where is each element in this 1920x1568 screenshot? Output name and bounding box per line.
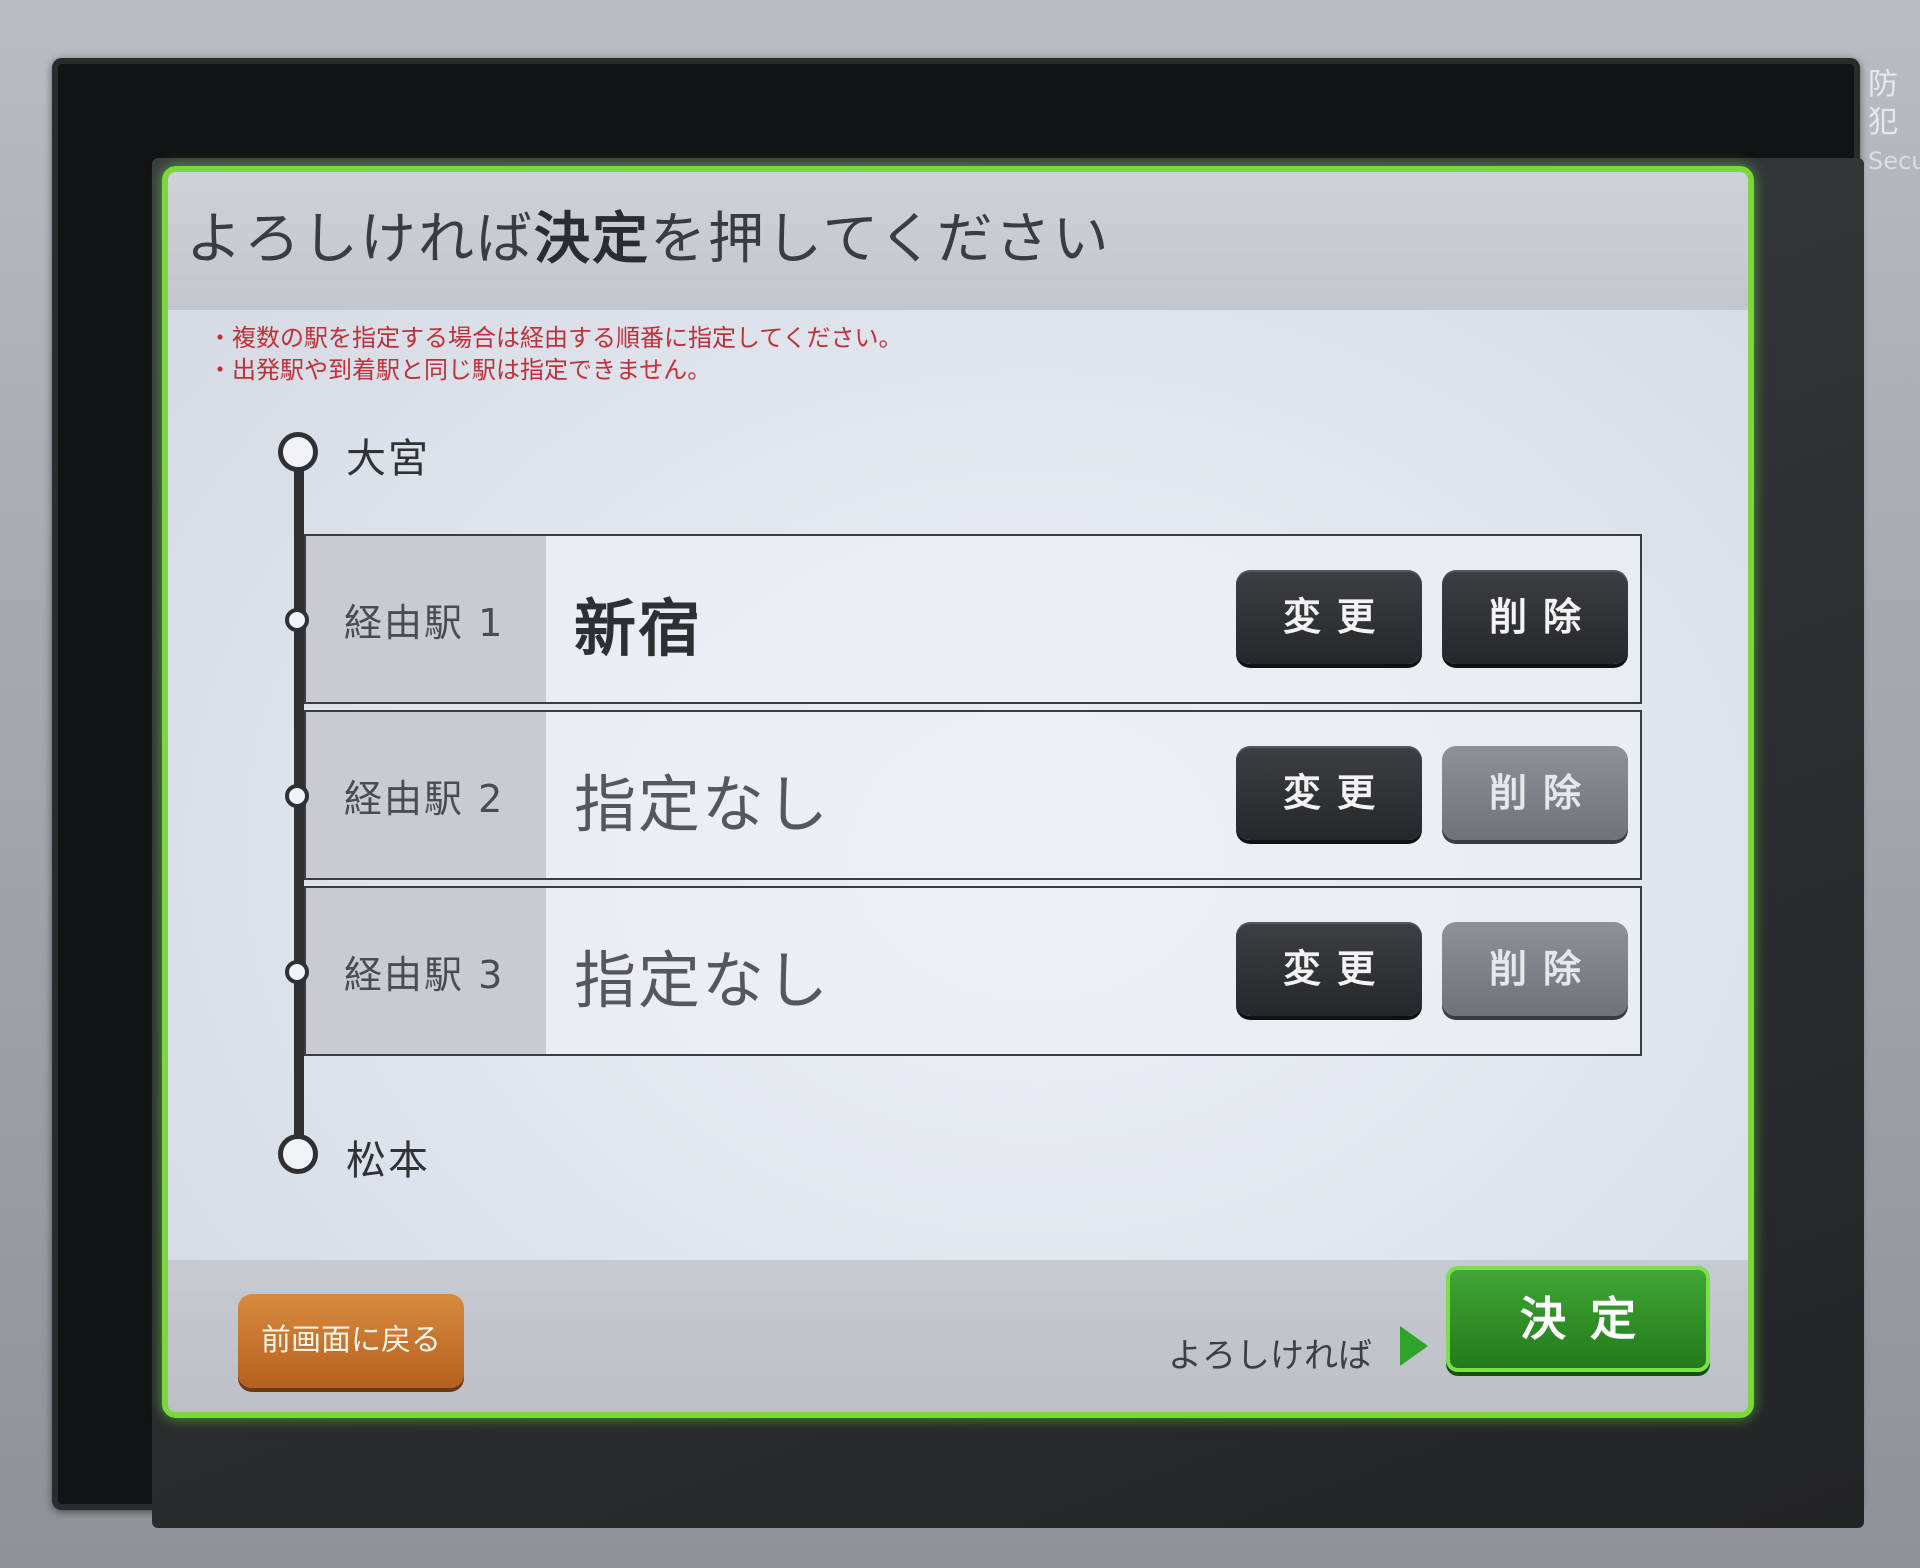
back-button[interactable]: 前画面に戻る	[238, 1294, 464, 1388]
via-label-cell: 経由駅 3	[306, 888, 546, 1054]
security-label-en: Secu	[1868, 147, 1920, 175]
confirm-hint: よろしければ	[1168, 1336, 1372, 1376]
instruction-notes: ・複数の駅を指定する場合は経由する順番に指定してください。 ・出発駅や到着駅と同…	[208, 322, 903, 386]
change-via-1-button[interactable]: 変更	[1236, 570, 1422, 664]
touch-screen: よろしければ決定を押してください ・複数の駅を指定する場合は経由する順番に指定し…	[162, 166, 1754, 1418]
via-station-label: 経由駅 2	[344, 777, 505, 821]
title-prefix: よろしければ	[186, 207, 534, 272]
via-station-value: 新宿	[574, 592, 703, 665]
via-label-cell: 経由駅 1	[306, 536, 546, 702]
destination-station: 松本	[346, 1138, 430, 1184]
via-station-value: 指定なし	[574, 768, 831, 841]
confirm-button[interactable]: 決定	[1446, 1266, 1710, 1372]
via-label-cell: 経由駅 2	[306, 712, 546, 878]
title-suffix: を押してください	[650, 207, 1111, 272]
security-label-jp: 防犯	[1868, 67, 1898, 140]
change-via-2-button[interactable]: 変更	[1236, 746, 1422, 840]
via-2-node	[285, 784, 309, 808]
delete-via-2-button: 削除	[1442, 746, 1628, 840]
note-order: ・複数の駅を指定する場合は経由する順番に指定してください。	[208, 324, 903, 352]
via-station-value: 指定なし	[574, 944, 831, 1017]
destination-station-node	[278, 1134, 318, 1174]
via-3-node	[285, 960, 309, 984]
header-bar: よろしければ決定を押してください	[168, 172, 1748, 310]
delete-via-3-button: 削除	[1442, 922, 1628, 1016]
play-arrow-icon	[1400, 1326, 1428, 1366]
via-station-row-1: 経由駅 1 新宿 変更 削除	[304, 534, 1642, 704]
note-restriction: ・出発駅や到着駅と同じ駅は指定できません。	[208, 356, 712, 384]
delete-via-1-button[interactable]: 削除	[1442, 570, 1628, 664]
origin-station: 大宮	[346, 436, 430, 482]
page-title: よろしければ決定を押してください	[186, 194, 1111, 275]
route-line	[294, 458, 304, 1158]
via-station-label: 経由駅 1	[344, 601, 505, 645]
via-station-row-3: 経由駅 3 指定なし 変更 削除	[304, 886, 1642, 1056]
via-station-row-2: 経由駅 2 指定なし 変更 削除	[304, 710, 1642, 880]
title-emphasis: 決定	[534, 207, 650, 272]
change-via-3-button[interactable]: 変更	[1236, 922, 1422, 1016]
via-1-node	[285, 608, 309, 632]
via-station-label: 経由駅 3	[344, 953, 505, 997]
ticket-machine-body: 防犯 Secu よろしければ決定を押してください ・複数の駅を指定する場合は経由…	[0, 0, 1920, 1568]
footer-bar: 前画面に戻る よろしければ 決定	[168, 1260, 1748, 1412]
security-label: 防犯 Secu	[1868, 66, 1920, 180]
origin-station-node	[278, 432, 318, 472]
